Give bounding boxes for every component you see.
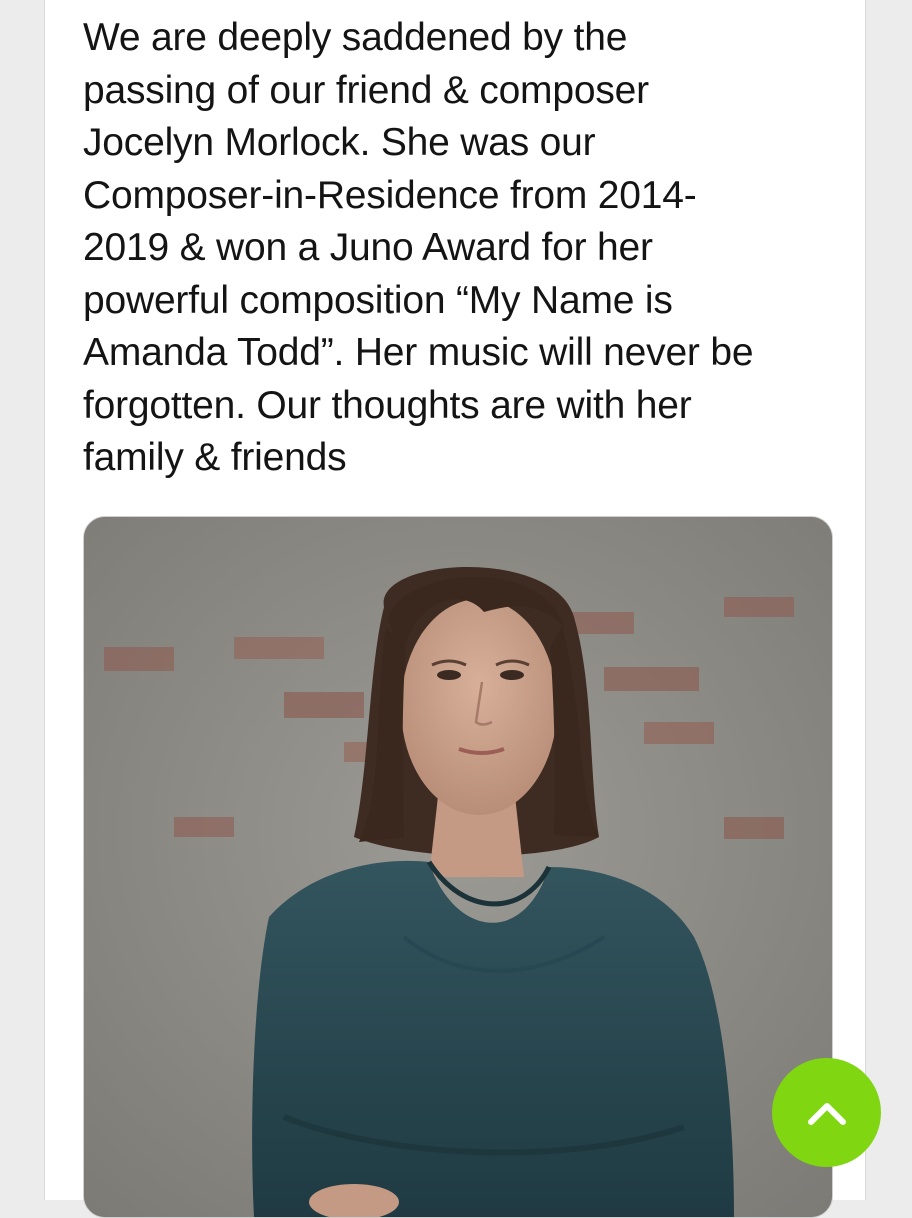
- right-eye: [500, 670, 524, 680]
- tweet-text-line: We are deeply saddened by the: [83, 16, 628, 59]
- scroll-to-top-button[interactable]: [772, 1058, 881, 1167]
- portrait-image: [84, 517, 832, 1217]
- tweet-text-line: 2019 & won a Juno Award for her: [83, 226, 653, 269]
- tweet-text-line: Composer-in-Residence from 2014-: [83, 173, 697, 217]
- chevron-up-icon: [807, 1102, 846, 1125]
- tweet-text-line: Amanda Todd”. Her music will never be: [83, 331, 754, 374]
- left-eye: [437, 670, 461, 680]
- tweet-text-line: Jocelyn Morlock. She was our: [83, 121, 596, 164]
- tweet-text-line: powerful composition “My Name is: [83, 278, 673, 322]
- tweet-text: We are deeply saddened by the passing of…: [83, 12, 853, 485]
- tweet-card: We are deeply saddened by the passing of…: [44, 0, 866, 1218]
- tweet-text-line: forgotten. Our thoughts are with her: [83, 383, 692, 427]
- tweet-text-line: passing of our friend & composer: [83, 68, 649, 112]
- tweet-text-line: family & friends: [83, 436, 347, 479]
- tweet-photo[interactable]: [83, 516, 833, 1218]
